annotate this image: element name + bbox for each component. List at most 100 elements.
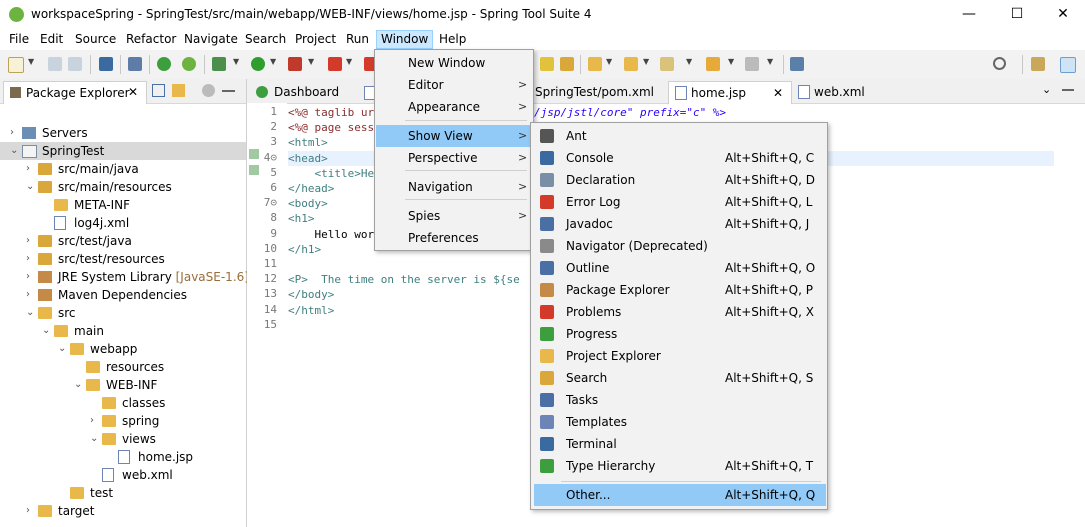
forward-icon[interactable] [745, 57, 759, 71]
terminal-icon[interactable] [99, 57, 113, 71]
new-file-icon[interactable] [8, 57, 24, 73]
open-folder-icon[interactable] [560, 57, 574, 71]
chevron-down-icon[interactable]: ▼ [767, 57, 773, 66]
tab-home-jsp[interactable]: home.jsp ✕ [668, 81, 792, 104]
menu-source[interactable]: Source [71, 31, 120, 48]
close-icon[interactable]: ✕ [773, 86, 783, 100]
chevron-down-icon[interactable]: ⌄ [26, 304, 34, 322]
open-perspective-icon[interactable] [1031, 57, 1045, 71]
java-perspective-icon[interactable] [1060, 57, 1076, 73]
maximize-button[interactable]: ☐ [994, 0, 1040, 29]
chevron-right-icon[interactable]: › [26, 160, 30, 178]
chevron-down-icon[interactable]: ▼ [686, 57, 692, 66]
show-view-item[interactable]: Javadoc Alt+Shift+Q, J [534, 213, 826, 235]
tree-item[interactable]: ⌄ src/main/resources [0, 178, 246, 196]
show-view-item[interactable]: Type Hierarchy Alt+Shift+Q, T [534, 455, 826, 477]
window-menu-item[interactable]: Editor > [376, 74, 532, 96]
chevron-down-icon[interactable]: ⌄ [10, 142, 18, 160]
chevron-down-icon[interactable]: ▼ [606, 57, 612, 66]
package-explorer-tab[interactable]: Package Explorer ✕ [3, 81, 147, 104]
skip-breakpoints-icon[interactable] [128, 57, 142, 71]
tree-item[interactable]: ⌄ main [0, 322, 246, 340]
close-button[interactable]: ✕ [1040, 0, 1085, 29]
tree-item[interactable]: classes [0, 394, 246, 412]
chevron-down-icon[interactable]: ▼ [308, 57, 314, 66]
show-view-item[interactable]: Error Log Alt+Shift+Q, L [534, 191, 826, 213]
chevron-down-icon[interactable]: ▼ [728, 57, 734, 66]
menu-window[interactable]: Window [376, 30, 434, 49]
minimize-view-icon[interactable] [222, 90, 235, 92]
window-menu-item[interactable]: New Window [376, 52, 532, 74]
tree-item[interactable]: › JRE System Library [JavaSE-1.6] [0, 268, 249, 286]
chevron-down-icon[interactable]: ▼ [346, 57, 352, 66]
tree-item[interactable]: ⌄ WEB-INF [0, 376, 246, 394]
show-view-item[interactable]: Tasks [534, 389, 826, 411]
chevron-down-icon[interactable]: ⌄ [74, 376, 82, 394]
chevron-down-icon[interactable]: ▼ [28, 57, 34, 66]
window-menu-item[interactable]: Navigation > [376, 176, 532, 198]
menu-edit[interactable]: Edit [36, 31, 67, 48]
show-view-item[interactable]: Templates [534, 411, 826, 433]
chevron-right-icon[interactable]: › [26, 232, 30, 250]
show-view-item[interactable]: Navigator (Deprecated) [534, 235, 826, 257]
open-type-icon[interactable] [540, 57, 554, 71]
close-icon[interactable]: ✕ [128, 85, 138, 99]
tree-item[interactable]: META-INF [0, 196, 246, 214]
show-view-item[interactable]: Declaration Alt+Shift+Q, D [534, 169, 826, 191]
chevron-right-icon[interactable]: › [26, 502, 30, 520]
chevron-down-icon[interactable]: ⌄ [1042, 83, 1051, 96]
back-icon[interactable] [706, 57, 720, 71]
chevron-down-icon[interactable]: ⌄ [42, 322, 50, 340]
chevron-down-icon[interactable]: ▼ [643, 57, 649, 66]
chevron-right-icon[interactable]: › [10, 124, 14, 142]
tree-item[interactable]: ⌄ webapp [0, 340, 246, 358]
show-view-item[interactable]: Console Alt+Shift+Q, C [534, 147, 826, 169]
chevron-right-icon[interactable]: › [26, 250, 30, 268]
tree-item[interactable]: › spring [0, 412, 246, 430]
tree-item[interactable]: ⌄ views [0, 430, 246, 448]
show-view-item[interactable]: Other... Alt+Shift+Q, Q [534, 484, 826, 506]
tree-item[interactable]: › target [0, 502, 246, 520]
next-annotation-icon[interactable] [588, 57, 602, 71]
view-menu-icon[interactable] [202, 84, 215, 97]
menu-help[interactable]: Help [435, 31, 470, 48]
search-icon[interactable] [993, 57, 1006, 70]
show-view-item[interactable]: Terminal [534, 433, 826, 455]
chevron-down-icon[interactable]: ▼ [270, 57, 276, 66]
boot-dashboard-icon[interactable] [157, 57, 171, 71]
tab-dashboard[interactable]: Dashboard [250, 81, 376, 103]
chevron-down-icon[interactable]: ⌄ [26, 178, 34, 196]
minimize-view-icon[interactable] [1062, 89, 1074, 91]
minimize-button[interactable]: — [946, 0, 992, 29]
save-icon[interactable] [48, 57, 62, 71]
tab-web-xml[interactable]: web.xml [792, 81, 902, 103]
tree-item[interactable]: › Maven Dependencies [0, 286, 246, 304]
tree-item[interactable]: log4j.xml [0, 214, 246, 232]
tree-item[interactable]: › src/test/resources [0, 250, 246, 268]
tree-item[interactable]: web.xml [0, 466, 246, 484]
show-view-item[interactable]: Search Alt+Shift+Q, S [534, 367, 826, 389]
external-tools-icon[interactable] [288, 57, 302, 71]
menu-run[interactable]: Run [342, 31, 373, 48]
chevron-down-icon[interactable]: ⌄ [58, 340, 66, 358]
chevron-right-icon[interactable]: › [26, 286, 30, 304]
tree-item[interactable]: › Servers [0, 124, 246, 142]
tree-item[interactable]: ⌄ SpringTest [0, 142, 246, 160]
chevron-down-icon[interactable]: ⌄ [90, 430, 98, 448]
show-view-item[interactable]: Package Explorer Alt+Shift+Q, P [534, 279, 826, 301]
chevron-right-icon[interactable]: › [90, 412, 94, 430]
menu-navigate[interactable]: Navigate [180, 31, 242, 48]
tab-pom-xml[interactable]: SpringTest/pom.xml [529, 81, 669, 103]
debug-icon[interactable] [212, 57, 226, 71]
chevron-right-icon[interactable]: › [26, 268, 30, 286]
menu-project[interactable]: Project [291, 31, 340, 48]
tree-item[interactable]: ⌄ src [0, 304, 246, 322]
menu-search[interactable]: Search [241, 31, 290, 48]
show-view-item[interactable]: Problems Alt+Shift+Q, X [534, 301, 826, 323]
menu-refactor[interactable]: Refactor [122, 31, 180, 48]
save-all-icon[interactable] [68, 57, 82, 71]
previous-annotation-icon[interactable] [624, 57, 638, 71]
stop-icon[interactable] [328, 57, 342, 71]
menu-file[interactable]: File [5, 31, 33, 48]
tree-item[interactable]: resources [0, 358, 246, 376]
